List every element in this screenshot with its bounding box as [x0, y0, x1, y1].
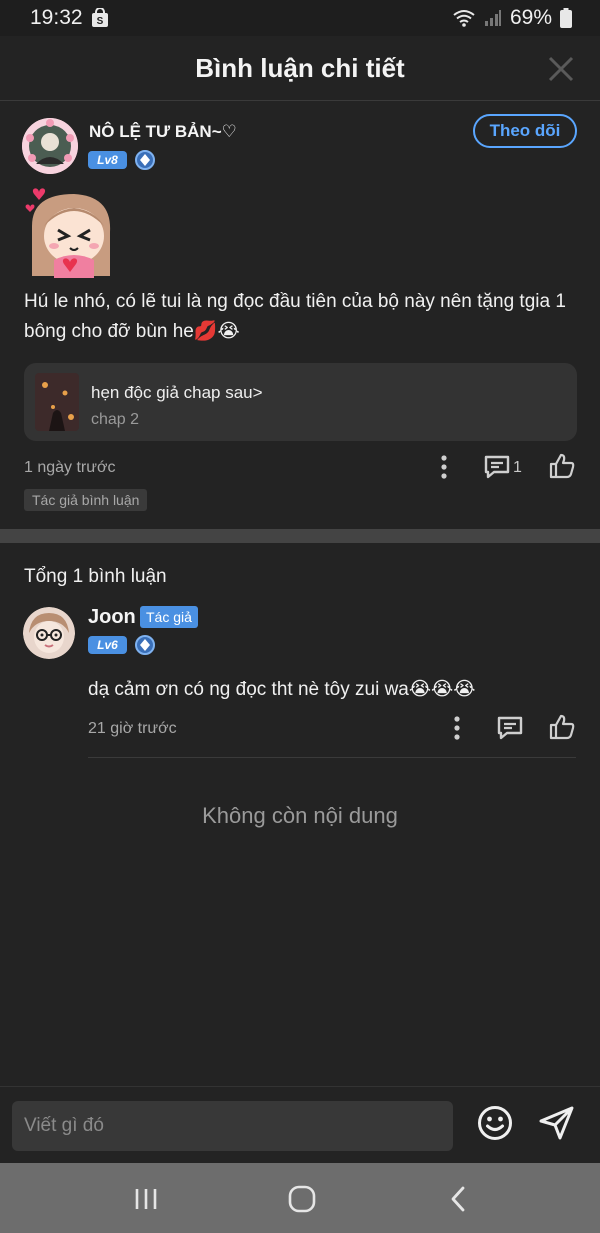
signal-icon [484, 10, 501, 26]
author-commented-tag: Tác giả bình luận [24, 489, 148, 511]
reply-username[interactable]: Joon [88, 606, 136, 629]
reply-avatar[interactable] [23, 607, 75, 659]
reply-icon[interactable] [484, 455, 510, 479]
svg-text:S: S [96, 16, 103, 27]
ring-badge-icon [135, 150, 155, 170]
section-divider [0, 529, 600, 543]
header-divider [0, 100, 600, 101]
status-time: 19:32 [30, 6, 83, 29]
recent-apps-icon[interactable] [133, 1187, 159, 1211]
chapter-subtitle: chap 2 [91, 411, 140, 428]
reply-time: 21 giờ trước [88, 720, 177, 737]
page-title: Bình luận chi tiết [195, 52, 405, 83]
reply-ring-badge-icon [135, 635, 155, 655]
wifi-icon [453, 10, 475, 27]
end-of-content-text: Không còn nội dung [202, 803, 398, 828]
system-nav-bar [0, 1163, 600, 1233]
home-icon[interactable] [288, 1185, 316, 1213]
emoji-icon[interactable] [477, 1105, 513, 1141]
reply-level-badge: Lv6 [88, 636, 127, 654]
author-badge: Tác giả [140, 606, 198, 628]
reply-comment-icon[interactable] [497, 716, 523, 740]
reply-count: 1 [513, 459, 522, 476]
like-icon[interactable] [549, 453, 575, 479]
shopping-bag-icon: S [91, 8, 108, 27]
follow-button[interactable]: Theo dõi [473, 114, 577, 148]
close-icon[interactable] [548, 56, 574, 82]
avatar[interactable] [22, 118, 78, 174]
total-comments-label: Tổng 1 bình luận [24, 566, 167, 587]
username[interactable]: NÔ LỆ TƯ BẢN~♡ [89, 122, 237, 142]
app-bar: Bình luận chi tiết [0, 36, 600, 100]
comment-composer [0, 1086, 600, 1162]
reply-text: dạ cảm ơn có ng đọc tht nè tôy zui wa😭😭😭 [88, 679, 476, 700]
reply-more-options-icon[interactable] [451, 715, 463, 741]
battery-percent: 69% [509, 6, 552, 29]
battery-icon [560, 8, 572, 28]
chapter-card[interactable]: hẹn độc giả chap sau> chap 2 [24, 363, 577, 441]
send-icon[interactable] [538, 1105, 576, 1141]
comment-input[interactable] [12, 1101, 453, 1151]
reply-like-icon[interactable] [549, 714, 575, 740]
reply-divider [88, 757, 576, 758]
more-options-icon[interactable] [438, 454, 450, 480]
chapter-thumbnail [35, 373, 79, 431]
level-badge: Lv8 [88, 151, 127, 169]
status-bar: 19:32 S 69% [0, 0, 600, 36]
chapter-title: hẹn độc giả chap sau> [91, 383, 263, 402]
back-icon[interactable] [449, 1185, 467, 1213]
comment-text: Hú le nhó, có lẽ tui là ng đọc đầu tiên … [24, 291, 566, 342]
comment-time: 1 ngày trước [24, 459, 116, 476]
sticker-image [25, 188, 111, 278]
